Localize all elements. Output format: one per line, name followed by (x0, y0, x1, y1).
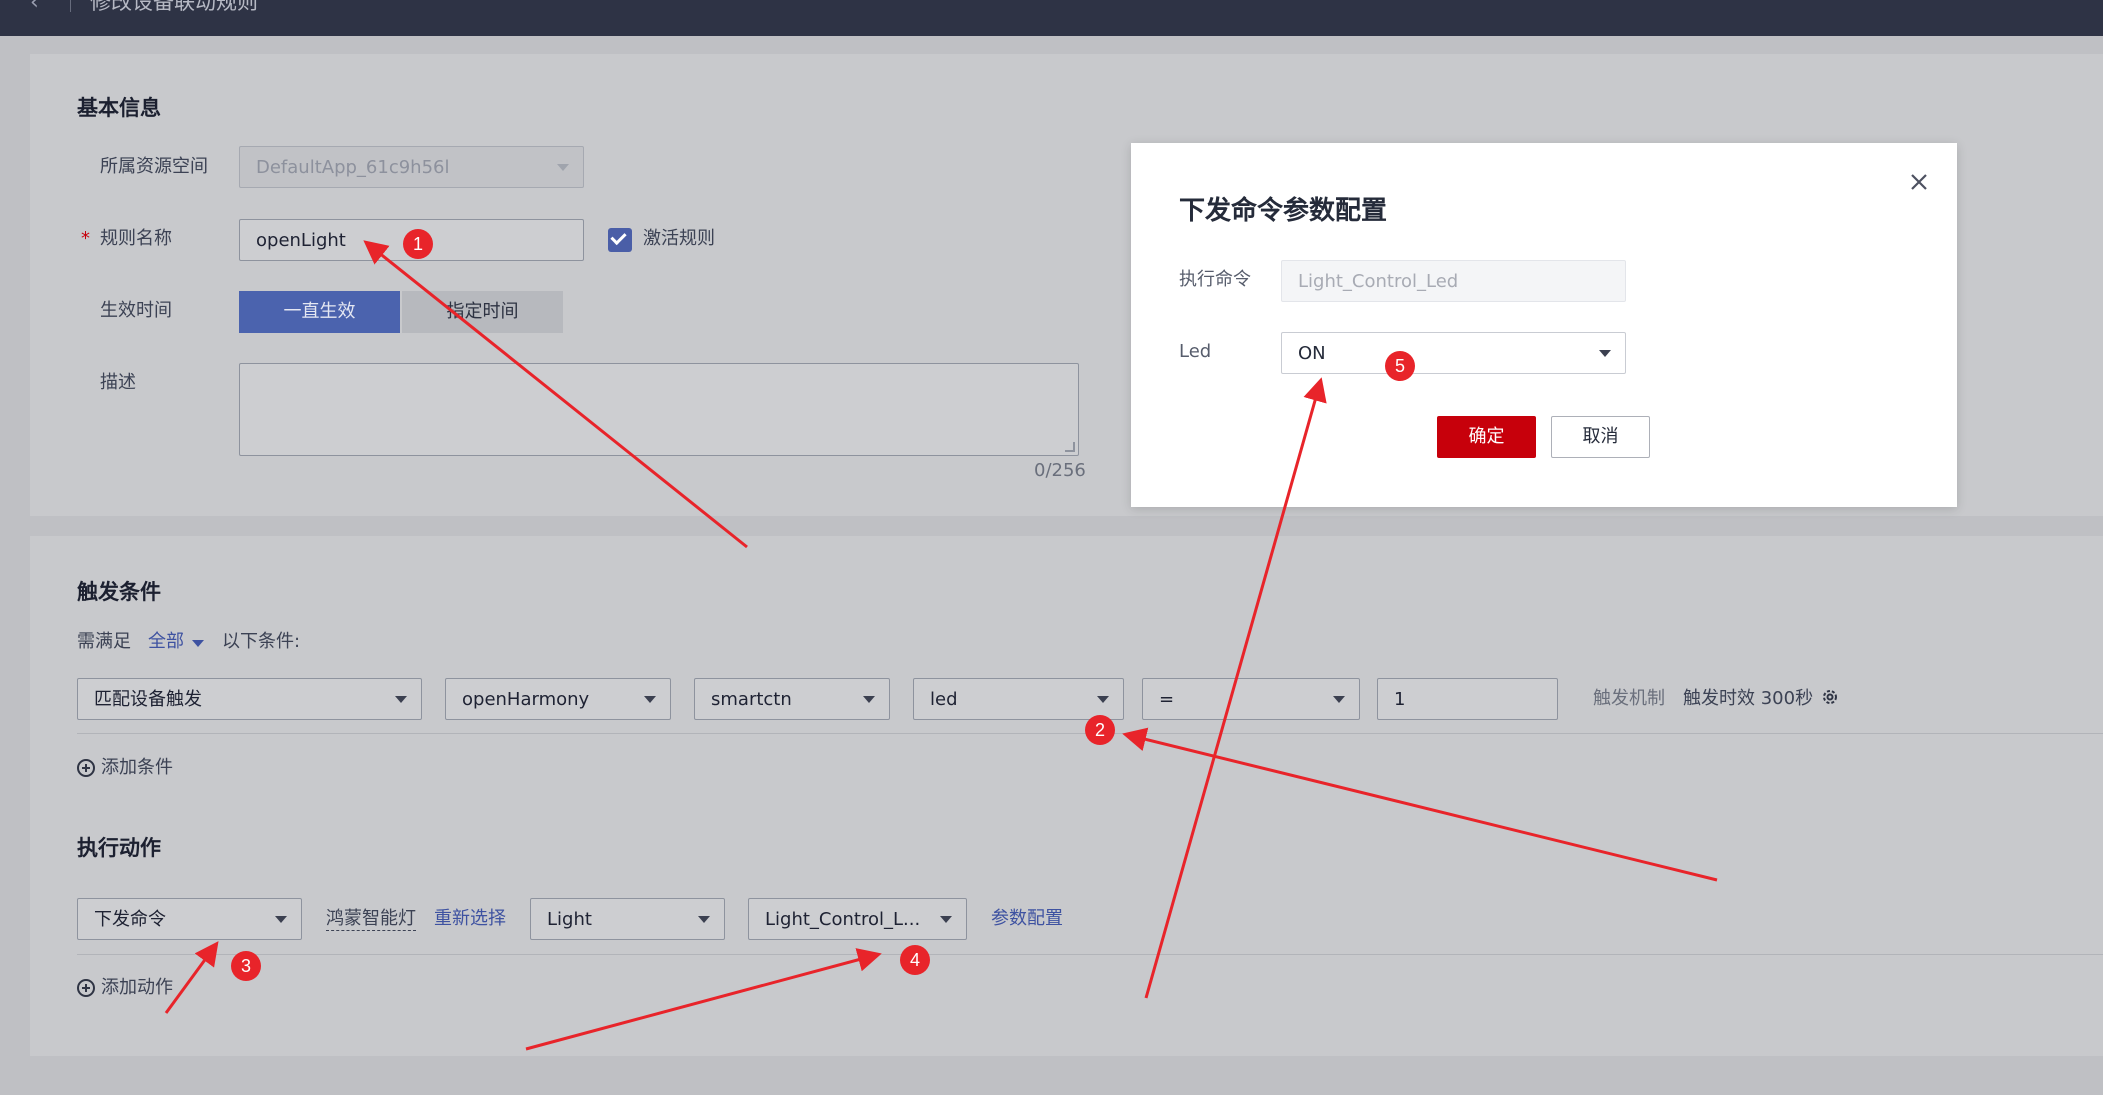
param-config-link[interactable]: 参数配置 (991, 908, 1063, 930)
service-value: smartctn (711, 689, 792, 710)
rule-name-value: openLight (256, 230, 346, 251)
effective-always-button[interactable]: 一直生效 (239, 291, 400, 333)
service-select[interactable]: smartctn (694, 678, 890, 720)
operator-value: = (1159, 689, 1175, 710)
add-circle-icon[interactable] (77, 979, 95, 997)
action-service-select[interactable]: Light (530, 898, 725, 940)
action-command-select[interactable]: Light_Control_L... (748, 898, 967, 940)
description-counter: 0/256 (1034, 460, 1086, 481)
chevron-down-icon (557, 164, 569, 171)
description-label: 描述 (100, 372, 136, 393)
top-bar: ‹ 修改设备联动规则 (0, 0, 2103, 36)
cancel-button[interactable]: 取消 (1551, 416, 1650, 458)
add-action-button[interactable]: 添加动作 (101, 977, 173, 999)
add-circle-icon[interactable] (77, 759, 95, 777)
chevron-down-icon[interactable] (192, 640, 204, 647)
device-name: 鸿蒙智能灯 (326, 908, 416, 931)
annotation-badge-4: 4 (900, 945, 930, 975)
action-type-select[interactable]: 下发命令 (77, 898, 302, 940)
command-input: Light_Control_Led (1281, 260, 1626, 302)
trigger-mechanism-label: 触发机制 (1593, 688, 1665, 709)
led-value: ON (1298, 343, 1326, 364)
page-title: 修改设备联动规则 (90, 0, 258, 14)
annotation-badge-1: 1 (403, 229, 433, 259)
description-textarea[interactable] (239, 363, 1079, 456)
back-arrow-icon[interactable]: ‹ (30, 0, 48, 14)
trigger-type-select[interactable]: 匹配设备触发 (77, 678, 422, 720)
resource-space-value: DefaultApp_61c9h56l (256, 157, 450, 178)
trigger-title: 触发条件 (77, 580, 161, 604)
chevron-down-icon (644, 696, 656, 703)
rule-config-panel (30, 536, 2103, 1056)
operator-select[interactable]: = (1142, 678, 1360, 720)
chevron-down-icon (275, 916, 287, 923)
header-divider (70, 0, 71, 12)
satisfy-dropdown[interactable]: 全部 (148, 631, 184, 653)
resource-space-label: 所属资源空间 (100, 156, 208, 177)
activate-rule-checkbox[interactable] (608, 228, 632, 252)
annotation-badge-2: 2 (1085, 715, 1115, 745)
check-icon (610, 228, 627, 246)
reselect-link[interactable]: 重新选择 (434, 908, 506, 930)
command-value: Light_Control_Led (1298, 271, 1459, 292)
satisfy-suffix: 以下条件: (222, 631, 301, 652)
product-select[interactable]: openHarmony (445, 678, 671, 720)
chevron-down-icon (395, 696, 407, 703)
divider (77, 954, 2103, 955)
chevron-down-icon (1333, 696, 1345, 703)
value-input[interactable]: 1 (1377, 678, 1558, 720)
chevron-down-icon (1599, 350, 1611, 357)
led-select[interactable]: ON (1281, 332, 1626, 374)
trigger-type-value: 匹配设备触发 (94, 689, 202, 710)
product-value: openHarmony (462, 689, 590, 710)
action-command-value: Light_Control_L... (765, 909, 921, 930)
property-value: led (930, 689, 958, 710)
chevron-down-icon (698, 916, 710, 923)
action-service-value: Light (547, 909, 592, 930)
property-select[interactable]: led (913, 678, 1124, 720)
trigger-timeout-text: 触发时效 300秒 (1683, 688, 1814, 709)
led-label: Led (1179, 341, 1212, 362)
satisfy-prefix: 需满足 (77, 631, 131, 652)
add-condition-button[interactable]: 添加条件 (101, 757, 173, 779)
rule-name-label: 规则名称 (100, 228, 172, 249)
dialog-title: 下发命令参数配置 (1179, 196, 1388, 226)
resource-space-select: DefaultApp_61c9h56l (239, 146, 584, 188)
basic-info-title: 基本信息 (77, 96, 161, 120)
action-type-value: 下发命令 (94, 909, 166, 930)
close-icon[interactable] (1908, 171, 1930, 193)
annotation-badge-3: 3 (231, 951, 261, 981)
chevron-down-icon (940, 916, 952, 923)
gear-icon[interactable] (1820, 687, 1840, 707)
chevron-down-icon (863, 696, 875, 703)
effective-time-label: 生效时间 (100, 300, 172, 321)
required-mark: * (81, 228, 90, 249)
resize-handle-icon[interactable] (1065, 442, 1075, 452)
activate-rule-label: 激活规则 (643, 228, 715, 249)
annotation-badge-5: 5 (1385, 351, 1415, 381)
confirm-button[interactable]: 确定 (1437, 416, 1536, 458)
command-label: 执行命令 (1179, 269, 1251, 290)
action-title: 执行动作 (77, 836, 161, 860)
effective-specified-button[interactable]: 指定时间 (402, 291, 563, 333)
chevron-down-icon (1097, 696, 1109, 703)
trigger-value: 1 (1394, 689, 1406, 710)
param-config-dialog: 下发命令参数配置 执行命令 Light_Control_Led Led ON 确… (1131, 143, 1957, 507)
